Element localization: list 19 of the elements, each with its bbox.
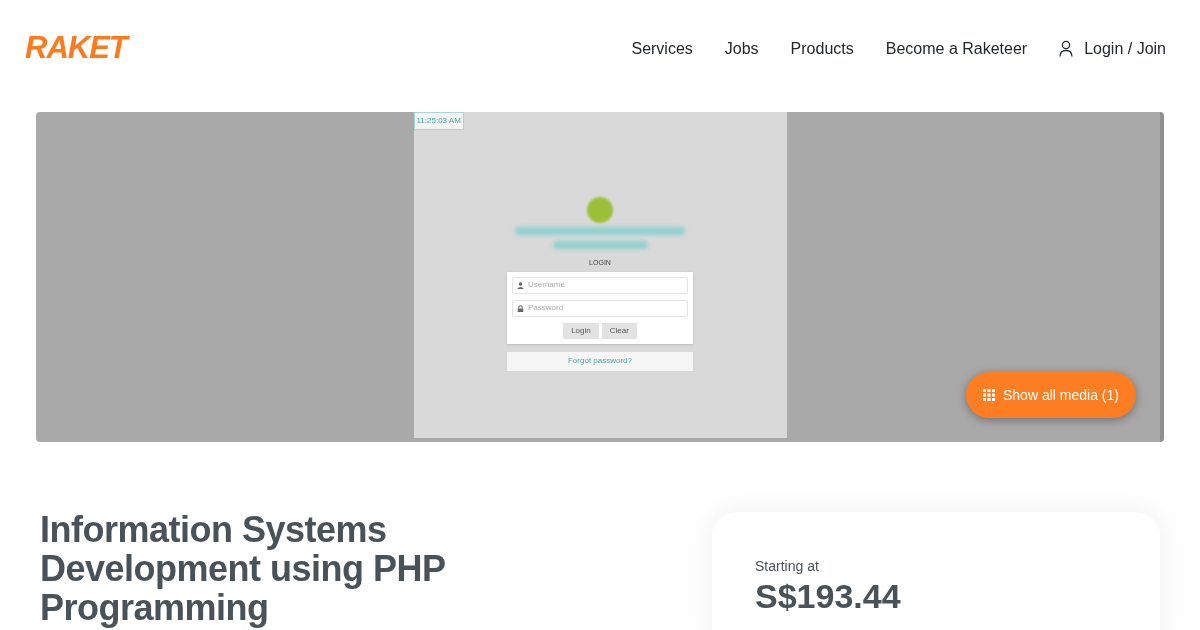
screenshot-button: Login (563, 322, 599, 339)
grid-icon (983, 389, 995, 401)
listing-title: Information Systems Development using PHP Programming (40, 510, 446, 630)
nav-link[interactable]: Products (790, 36, 854, 61)
user-icon (517, 281, 524, 289)
field-placeholder: Password (528, 302, 564, 314)
field-placeholder: Username (528, 279, 565, 291)
nav-link[interactable]: Services (631, 36, 693, 61)
login-link[interactable]: Login / Join (1059, 36, 1166, 61)
nav-link[interactable]: Become a Raketeer (885, 36, 1028, 61)
nav-link[interactable]: Jobs (724, 36, 759, 61)
screenshot-button: Clear (601, 322, 637, 339)
lock-icon (517, 304, 524, 312)
price: S$193.44 (755, 577, 902, 615)
forgot-password-link: Forgot password? (507, 351, 693, 371)
time-label: 11:25:03 AM (413, 112, 464, 130)
price-label: Starting at (755, 557, 820, 576)
user-icon (1059, 40, 1074, 57)
logo-drawing (587, 197, 613, 223)
